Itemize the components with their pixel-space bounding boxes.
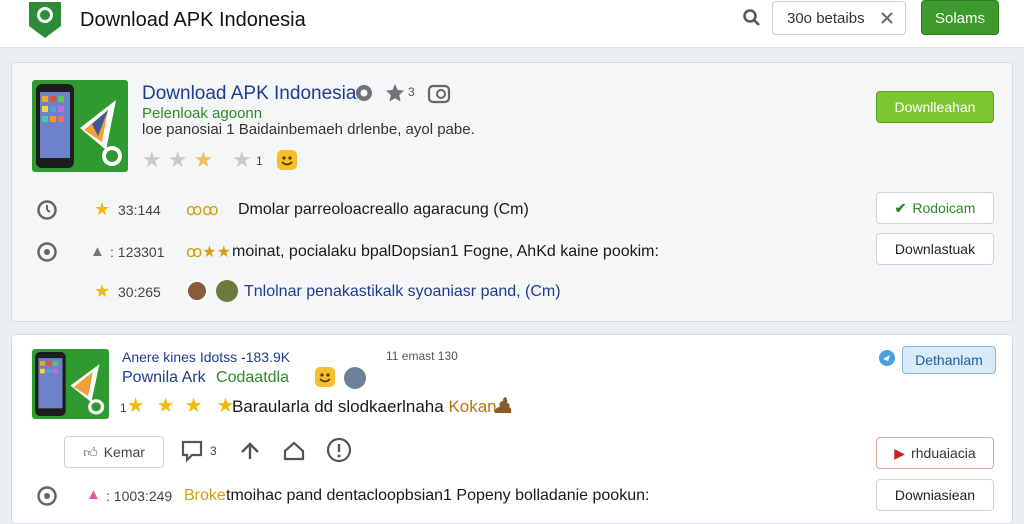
rodoicam-button[interactable]: ✔ Rodoicam (876, 192, 994, 224)
star-icon: ★ (94, 199, 111, 219)
row-text[interactable]: tmoihac pand dentacloopbsian1 Popeny bol… (226, 487, 649, 505)
avatar[interactable] (344, 367, 366, 389)
location-icon (37, 486, 57, 506)
row-stat: 30:265 (118, 284, 161, 300)
rating-count: 1 (256, 154, 263, 168)
row-stat: 33:144 (118, 202, 161, 218)
star-icon: ★ (94, 281, 111, 301)
app-icon-image[interactable] (32, 349, 109, 419)
page-title: Download APK Indonesia (80, 9, 306, 31)
search-input-value: 30o betaibs (787, 10, 865, 27)
download-secondary-button[interactable]: Downiasiean (876, 479, 994, 511)
info-icon[interactable] (355, 84, 373, 102)
phone-illustration-icon (35, 352, 105, 416)
rating-stars: ★★★ (142, 147, 220, 172)
app-name[interactable]: Download APK Indonesia (142, 83, 356, 105)
row-stat: : 1003:249 (106, 488, 173, 504)
comment-icon[interactable] (180, 439, 204, 463)
row-text[interactable]: Dmolar parreoloacreallo agaracung (Cm) (238, 201, 529, 219)
follow-button[interactable]: Dethanlam (902, 346, 996, 374)
comment-count: 3 (210, 444, 217, 458)
app-card-primary: Download APK Indonesia 3 Pelenloak agoon… (11, 62, 1013, 322)
emoji-icon (277, 150, 297, 170)
rating-stars: 1★ ★ ★ ★ (120, 395, 235, 417)
heart-icon: ▲ (86, 486, 101, 503)
download-secondary-button[interactable]: Downlastuak (876, 233, 994, 265)
thumbs-up-icon: 👍︎ (83, 444, 98, 460)
row-highlight: Broke (184, 487, 226, 504)
top-bar: Download APK Indonesia 30o betaibs Solam… (0, 0, 1024, 48)
solams-button[interactable]: Solams (921, 0, 999, 35)
app-card-secondary: Anere kines Idotss -183.9K 11 emast 130 … (11, 334, 1013, 524)
share-icon[interactable] (238, 439, 262, 463)
avatar[interactable] (186, 280, 208, 302)
app-logo-icon[interactable] (26, 0, 64, 40)
app-description: loe panosiai 1 Baidainbemaeh drlenbe, ay… (142, 121, 475, 138)
row-text[interactable]: Tnlolnar penakastikalk syoaniasr pand, (… (244, 283, 561, 301)
flag-icon: ▶ (894, 445, 906, 461)
app-subtitle: Pelenloak agoonn (142, 105, 263, 122)
search-input[interactable]: 30o betaibs (772, 1, 906, 35)
thumbs-up-icon: ▲ (90, 243, 105, 260)
rating-small: 3 (408, 85, 415, 99)
like-button[interactable]: 👍︎ Kemar (64, 436, 164, 468)
star-outline-icon[interactable] (385, 83, 405, 103)
search-icon[interactable] (742, 8, 762, 28)
location-icon (37, 242, 57, 262)
badge-icon[interactable] (427, 82, 451, 104)
poop-emoji-icon (495, 397, 512, 413)
check-icon: ✔ (894, 200, 907, 216)
app-icon-image[interactable] (32, 80, 128, 172)
close-icon[interactable] (879, 10, 895, 26)
bird-icon[interactable] (878, 349, 896, 367)
emoji-icon (315, 367, 335, 387)
avatar[interactable] (216, 280, 238, 302)
app-description: Baraularla dd slodkaerlnaha Kokan (232, 397, 497, 416)
row-stat: : 123301 (110, 244, 165, 260)
timestamp: 11 emast 130 (386, 349, 458, 363)
download-button[interactable]: Downlleahan (876, 91, 994, 123)
app-subtitle: Pownila Ark Codaatdla (122, 369, 289, 386)
reaction-icon: ꝏ★★ (186, 244, 231, 261)
report-button[interactable]: ▶ rhduaiacia (876, 437, 994, 469)
reaction-icon: ꝏꝏ (186, 202, 219, 219)
home-icon[interactable] (282, 439, 306, 463)
app-name[interactable]: Anere kines Idotss -183.9K (122, 349, 290, 365)
alert-icon[interactable] (326, 437, 352, 463)
row-text[interactable]: moinat, pocialaku bpalDopsian1 Fogne, Ah… (232, 243, 659, 261)
star-icon: ★ (232, 147, 252, 172)
clock-icon (37, 200, 57, 220)
phone-illustration-icon (36, 84, 122, 168)
